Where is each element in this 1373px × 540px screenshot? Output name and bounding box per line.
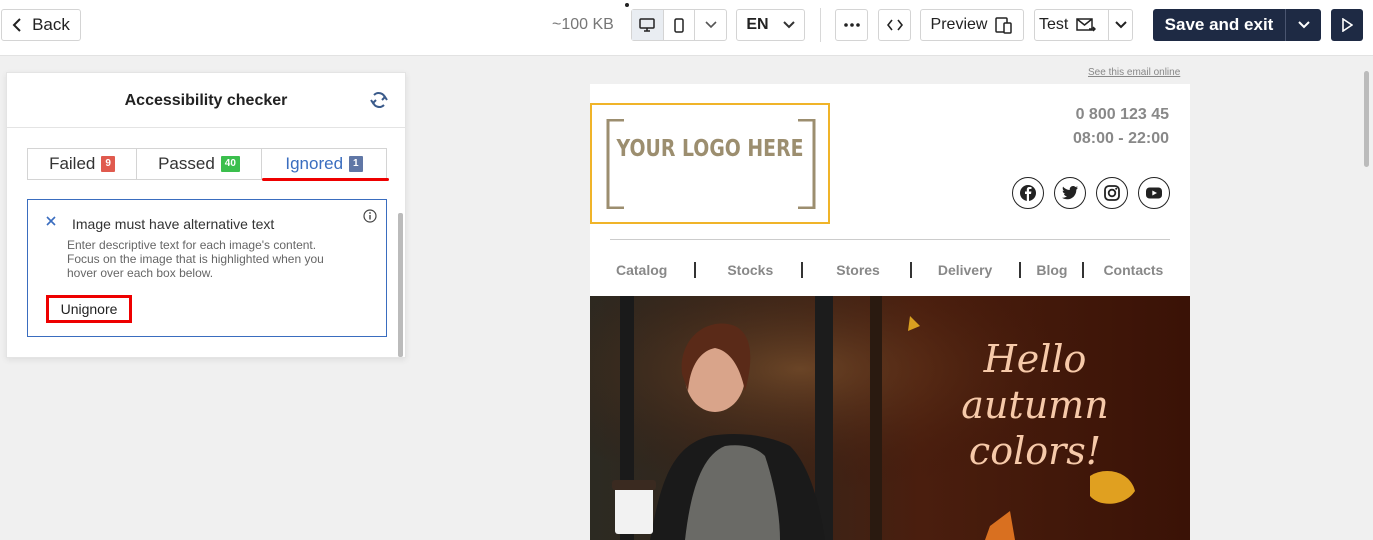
unignore-button[interactable]: Unignore	[46, 295, 132, 323]
twitter-icon[interactable]	[1054, 177, 1086, 209]
email-preview: YOUR LOGO HERE 0 800 123 45 08:00 - 22:0…	[590, 84, 1190, 540]
phone-number: 0 800 123 45	[1075, 106, 1169, 123]
test-button[interactable]: Test	[1034, 9, 1133, 41]
tab-passed[interactable]: Passed 40	[137, 149, 262, 179]
page-scrollbar[interactable]	[1364, 71, 1369, 167]
nav-item-catalog[interactable]: Catalog	[616, 262, 667, 278]
email-nav-menu: Catalog Stocks Stores Delivery Blog Cont…	[616, 260, 1170, 280]
preview-label: Preview	[930, 16, 988, 33]
header-divider	[610, 239, 1170, 240]
language-select[interactable]: EN	[736, 9, 805, 41]
see-email-online-link[interactable]: See this email online	[1088, 67, 1180, 78]
instagram-icon[interactable]	[1096, 177, 1128, 209]
tab-failed[interactable]: Failed 9	[28, 149, 137, 179]
youtube-icon[interactable]	[1138, 177, 1170, 209]
nav-separator	[1082, 262, 1085, 278]
nav-item-blog[interactable]: Blog	[1036, 262, 1067, 278]
send-campaign-button[interactable]	[1331, 9, 1363, 41]
nav-item-delivery[interactable]: Delivery	[938, 262, 992, 278]
device-dropdown-button[interactable]	[695, 10, 726, 40]
logo-text: YOUR LOGO HERE	[616, 136, 804, 162]
nav-separator	[909, 262, 912, 278]
nav-separator	[694, 262, 697, 278]
mobile-view-button[interactable]	[664, 10, 696, 40]
panel-header: Accessibility checker	[7, 73, 405, 128]
play-icon	[1342, 18, 1353, 32]
code-view-button[interactable]	[878, 9, 911, 41]
close-icon[interactable]	[46, 216, 56, 226]
nav-item-stores[interactable]: Stores	[836, 262, 880, 278]
failed-count-badge: 9	[101, 156, 115, 172]
desktop-view-button[interactable]	[632, 10, 664, 40]
issue-description: Enter descriptive text for each image's …	[67, 238, 324, 280]
code-icon	[886, 19, 903, 31]
preview-button[interactable]: Preview	[920, 9, 1024, 41]
desktop-icon	[639, 18, 656, 32]
test-dropdown-button[interactable]	[1109, 21, 1132, 29]
back-label: Back	[32, 15, 70, 34]
opening-hours: 08:00 - 22:00	[1072, 130, 1169, 147]
back-button[interactable]: Back	[1, 9, 81, 41]
mobile-icon	[674, 17, 684, 33]
more-options-button[interactable]	[835, 9, 868, 41]
tab-ignored-label: Ignored	[285, 154, 344, 173]
chevron-down-icon	[1114, 21, 1127, 29]
chevron-down-icon	[782, 21, 795, 29]
nav-item-stocks[interactable]: Stocks	[727, 262, 773, 278]
hero-banner-image[interactable]: Hello autumn colors!	[590, 296, 1190, 540]
email-size-label: ~100 KB	[552, 16, 614, 33]
chevron-down-icon	[1297, 21, 1310, 29]
nav-separator	[1019, 262, 1022, 278]
device-toggle	[631, 9, 727, 41]
save-label: Save and exit	[1153, 9, 1286, 41]
active-tab-highlight	[262, 178, 389, 181]
accessibility-checker-panel: Accessibility checker Failed 9 Passed 40…	[6, 72, 406, 358]
top-toolbar: Back ~100 KB EN Preview Test Save and ex…	[0, 0, 1373, 56]
nav-separator	[801, 262, 804, 278]
send-mail-icon	[1076, 18, 1097, 32]
tab-passed-label: Passed	[158, 154, 215, 173]
language-label: EN	[746, 16, 769, 33]
tab-ignored[interactable]: Ignored 1	[262, 149, 386, 179]
logo-placeholder[interactable]: YOUR LOGO HERE	[590, 103, 830, 224]
nav-item-contacts[interactable]: Contacts	[1103, 262, 1163, 278]
toolbar-divider	[820, 8, 821, 42]
refresh-icon[interactable]	[369, 90, 389, 110]
issue-card[interactable]: Image must have alternative text Enter d…	[27, 199, 387, 337]
issue-title: Image must have alternative text	[72, 216, 275, 232]
chevron-down-icon	[705, 21, 717, 29]
logo-frame	[606, 119, 816, 209]
preview-devices-icon	[995, 17, 1013, 34]
passed-count-badge: 40	[220, 156, 240, 172]
ignored-count-badge: 1	[349, 156, 363, 172]
panel-title: Accessibility checker	[124, 92, 288, 109]
save-dropdown-button[interactable]	[1286, 9, 1321, 41]
facebook-icon[interactable]	[1012, 177, 1044, 209]
hero-headline: Hello autumn colors!	[961, 337, 1109, 473]
chevron-left-icon	[12, 18, 21, 32]
save-and-exit-button[interactable]: Save and exit	[1153, 9, 1321, 41]
info-icon[interactable]	[363, 209, 377, 223]
more-icon	[843, 23, 860, 27]
panel-scrollbar[interactable]	[398, 213, 403, 357]
status-dot	[625, 3, 629, 7]
test-label: Test	[1039, 16, 1069, 33]
result-tabs: Failed 9 Passed 40 Ignored 1	[27, 148, 387, 180]
tab-failed-label: Failed	[49, 154, 96, 173]
